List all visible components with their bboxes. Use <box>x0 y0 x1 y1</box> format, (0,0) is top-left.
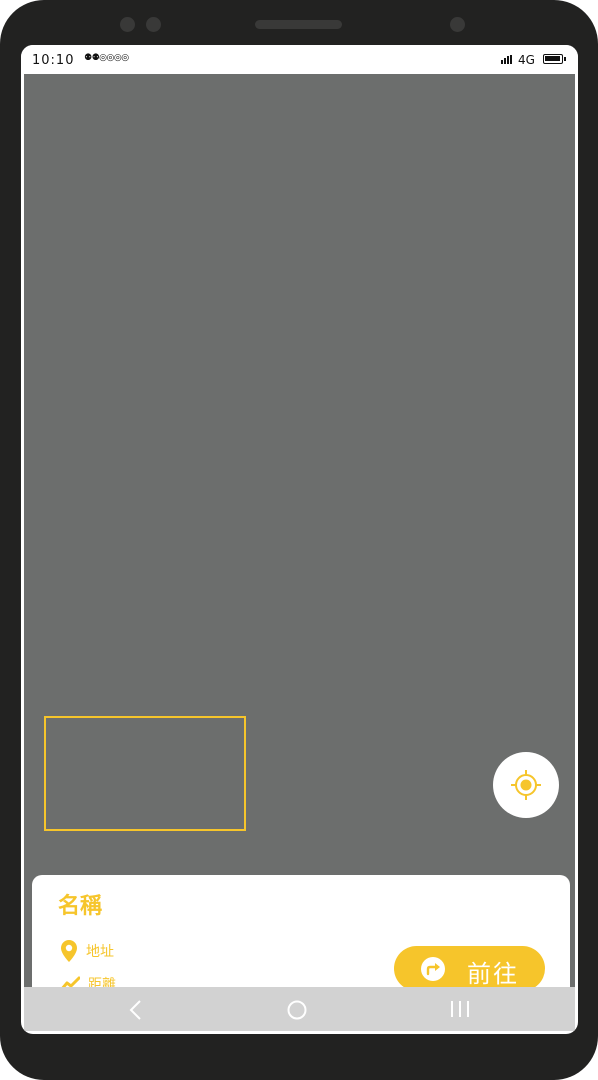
back-chevron-icon[interactable] <box>128 999 144 1021</box>
notification-icons: ⚉⚉◎◎◎◎ <box>84 53 129 63</box>
system-nav-bar <box>24 987 575 1031</box>
address-row: 地址 <box>60 939 114 963</box>
battery-icon <box>543 54 566 64</box>
screen: 10:10 ⚉⚉◎◎◎◎ 4G 名稱 地址 距離 前往 <box>21 45 578 1034</box>
go-button[interactable]: 前往 <box>394 946 545 991</box>
turn-right-arrow-icon <box>421 957 445 981</box>
locate-me-button[interactable] <box>493 752 559 818</box>
recents-bars-icon[interactable] <box>449 1000 471 1018</box>
location-pin-icon <box>61 940 77 962</box>
network-type: 4G <box>518 53 535 67</box>
proximity-sensor <box>450 17 465 32</box>
address-label: 地址 <box>86 944 114 960</box>
go-button-label: 前往 <box>467 960 519 988</box>
phone-frame: 10:10 ⚉⚉◎◎◎◎ 4G 名稱 地址 距離 前往 <box>0 0 598 1080</box>
signal-icon <box>501 55 512 64</box>
home-circle-icon[interactable] <box>286 999 308 1021</box>
map-view[interactable]: 名稱 地址 距離 前往 <box>24 74 575 1010</box>
status-time: 10:10 <box>32 53 75 68</box>
front-camera <box>120 17 135 32</box>
status-bar: 10:10 ⚉⚉◎◎◎◎ 4G <box>21 45 578 73</box>
front-sensor <box>146 17 161 32</box>
map-selection-box <box>44 716 246 831</box>
place-name: 名稱 <box>58 894 103 919</box>
crosshair-icon <box>511 770 541 800</box>
earpiece-speaker <box>255 20 342 29</box>
